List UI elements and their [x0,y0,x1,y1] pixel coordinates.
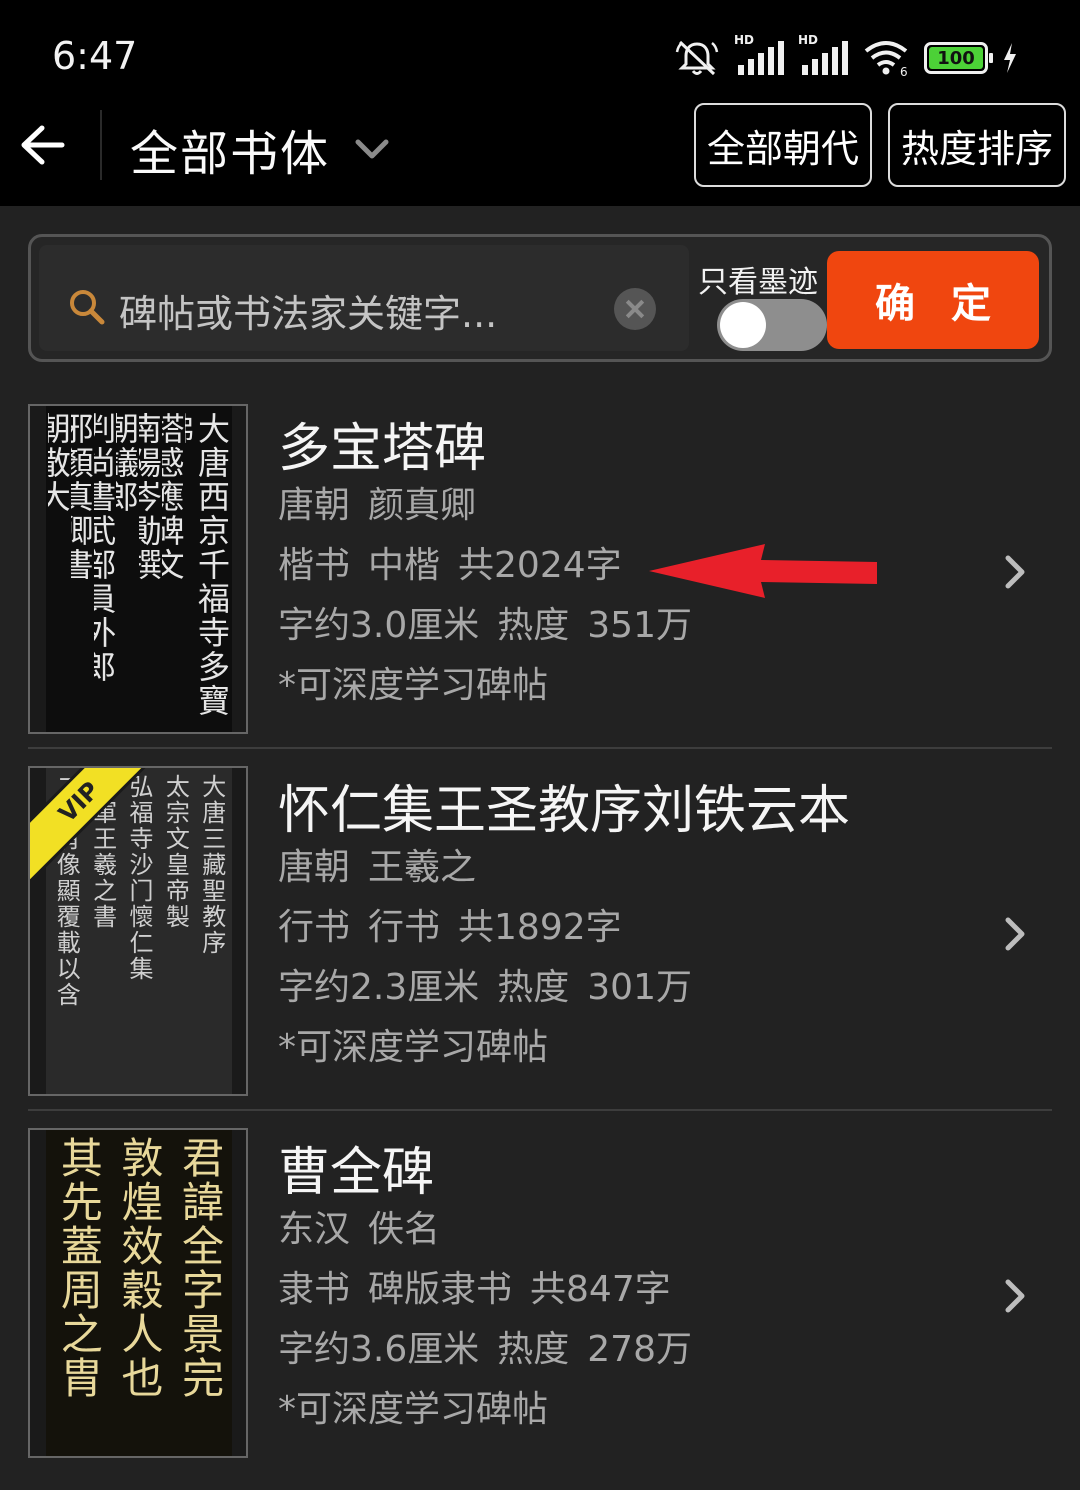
toggle-knob [720,302,766,348]
chevron-right-icon[interactable] [1000,914,1030,954]
svg-text:6: 6 [900,65,908,77]
back-arrow-icon[interactable] [18,120,68,170]
sort-button[interactable]: 热度排序 [888,103,1066,187]
search-bar: 碑帖或书法家关键字... 只看墨迹 确定 [28,234,1052,362]
top-header: 全部书体 全部朝代 热度排序 [0,96,1080,206]
rubbing-thumbnail: 大唐西京千福寺多寶佛 塔感應碑文 南陽岑勛撰 朝議郎 判尚書武部員外郎 邪顏真卿… [28,404,248,734]
search-placeholder: 碑帖或书法家关键字... [119,292,498,336]
item-script-info: 楷书 中楷 共2024字 [278,545,622,586]
item-title: 怀仁集王圣教序刘铁云本 [278,781,851,841]
era-filter-button[interactable]: 全部朝代 [694,103,872,187]
ink-only-toggle[interactable] [717,299,827,351]
signal-1-icon: HD [734,33,784,75]
item-size-heat: 字约3.6厘米 热度 278万 [278,1329,692,1370]
item-era-author: 唐朝 王羲之 [278,847,477,888]
divider [28,747,1052,749]
item-info: 怀仁集王圣教序刘铁云本 唐朝 王羲之 行书 行书 共1892字 字约2.3厘米 热度 30… [278,766,850,1078]
item-script-info: 行书 行书 共1892字 [278,907,622,948]
item-note: *可深度学习碑帖 [278,665,549,706]
search-icon [70,290,105,325]
item-size-heat: 字约2.3厘米 热度 301万 [278,967,692,1008]
header-divider [100,110,102,180]
list-item[interactable]: 大唐三藏聖教序 太宗文皇帝製 弘福寺沙门懷仁集 將軍王羲之書 二儀有像顯覆載以含… [28,766,1052,1128]
item-era-author: 东汉 佚名 [278,1209,441,1250]
chevron-right-icon[interactable] [1000,552,1030,592]
item-script-info: 隶书 碑版隶书 共847字 [278,1269,671,1310]
rubbing-thumbnail: 君諱全字景完 敦煌效穀人也 其先蓋周之胄 [28,1128,248,1458]
red-annotation-arrow [649,544,877,598]
rubbing-thumbnail: 大唐三藏聖教序 太宗文皇帝製 弘福寺沙门懷仁集 將軍王羲之書 二儀有像顯覆載以含… [28,766,248,1096]
charging-bolt-icon [1004,43,1016,73]
clear-icon[interactable] [614,288,656,330]
chevron-right-icon[interactable] [1000,1276,1030,1316]
mute-bell-icon [675,40,719,76]
confirm-button[interactable]: 确定 [827,251,1039,349]
divider [28,1109,1052,1111]
wifi-icon: 6 [864,41,908,77]
search-input[interactable]: 碑帖或书法家关键字... [39,245,689,351]
battery-level: 100 [929,47,983,69]
item-size-heat: 字约3.0厘米 热度 351万 [278,605,692,646]
status-icons: HD HD 6 100 [674,33,1018,80]
list-item[interactable]: 大唐西京千福寺多寶佛 塔感應碑文 南陽岑勛撰 朝議郎 判尚書武部員外郎 邪顏真卿… [28,404,1052,766]
item-era-author: 唐朝 颜真卿 [278,485,477,526]
battery-icon: 100 [924,42,993,74]
item-title: 曹全碑 [278,1143,435,1203]
item-info: 曹全碑 东汉 佚名 隶书 碑版隶书 共847字 字约3.6厘米 热度 278万 *可深度学… [278,1128,692,1440]
list-item[interactable]: 君諱全字景完 敦煌效穀人也 其先蓋周之胄 曹全碑 东汉 佚名 隶书 碑版隶书 共847… [28,1128,1052,1490]
status-time: 6:47 [52,34,138,78]
item-info: 多宝塔碑 唐朝 颜真卿 楷书 中楷 共2024字 字约3.0厘米 热度 351万 *可深度… [278,404,692,716]
item-title: 多宝塔碑 [278,419,487,479]
ink-only-label: 只看墨迹 [698,265,818,300]
script-filter-dropdown[interactable]: 全部书体 [130,114,330,184]
signal-2-icon: HD [798,33,848,75]
chevron-down-icon[interactable] [350,126,394,170]
item-note: *可深度学习碑帖 [278,1389,549,1430]
item-note: *可深度学习碑帖 [278,1027,549,1068]
status-bar: 6:47 HD HD 6 100 [0,0,1080,110]
